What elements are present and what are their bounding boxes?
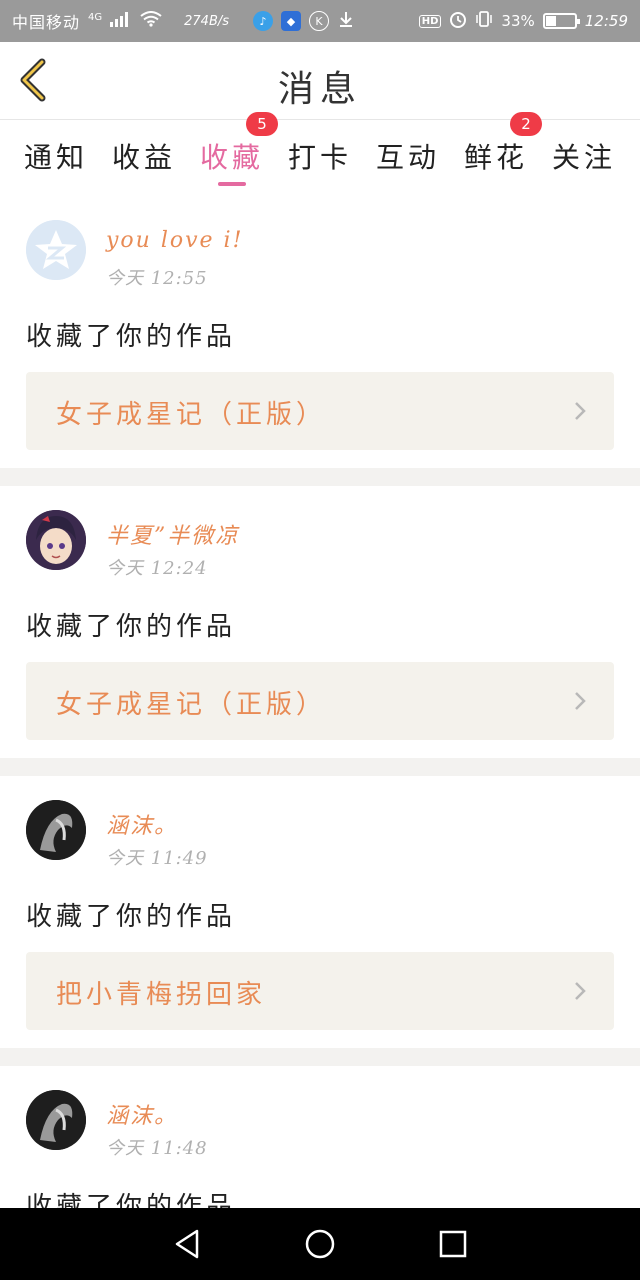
tab-label: 关注 [551,141,616,174]
tab-label: 收益 [111,141,176,174]
avatar[interactable] [26,510,86,570]
tab-notifications[interactable]: 通知 [24,120,88,196]
k-app-icon: K [309,11,330,31]
signal-icon [110,11,132,31]
list-item: 涵沫。 今天 11:48 收藏了你的作品 [0,1066,640,1208]
work-title: 女子成星记（正版） [56,690,327,720]
tab-following[interactable]: 关注 [552,120,616,196]
work-title: 女子成星记（正版） [56,400,327,430]
square-recents-icon [440,1230,467,1258]
download-icon [337,10,355,32]
action-text: 收藏了你的作品 [26,902,237,932]
status-bar: 中国移动 4G 274B/s ♪ ◆ K HD 33% 12:59 [0,0,640,42]
network-speed: 274B/s [184,13,230,29]
hd-icon: HD [418,14,442,28]
battery-icon [542,13,580,29]
message-list: you love i! 今天 12:55 收藏了你的作品 女子成星记（正版） 半… [0,196,640,1208]
tab-label: 鲜花 [463,141,528,174]
system-nav-bar [0,1208,640,1280]
list-item: you love i! 今天 12:55 收藏了你的作品 女子成星记（正版） [0,196,640,468]
tab-label: 收藏 [199,141,264,174]
chevron-right-icon [575,402,586,420]
alarm-icon [449,10,467,32]
username[interactable]: 涵沫。 [106,808,178,840]
username[interactable]: 涵沫。 [106,1098,178,1130]
carrier-name: 中国移动 [12,13,81,32]
timestamp: 今天 12:24 [106,558,208,579]
vibrate-icon [475,10,493,32]
work-title: 把小青梅拐回家 [56,980,267,1010]
list-item: 涵沫。 今天 11:49 收藏了你的作品 把小青梅拐回家 [0,776,640,1048]
dark-figure-avatar-icon [26,1090,86,1150]
header: 消息 [0,42,640,120]
circle-home-icon [305,1229,335,1259]
tab-label: 互动 [375,141,440,174]
avatar[interactable] [26,800,86,860]
tab-favorites[interactable]: 收藏 5 [199,112,278,196]
nav-back-button[interactable] [167,1224,207,1264]
tab-bar: 通知 收益 收藏 5 打卡 互动 鲜花 2 关注 [0,112,640,196]
work-link[interactable]: 女子成星记（正版） [26,372,614,450]
dark-figure-avatar-icon [26,800,86,860]
work-link[interactable]: 女子成星记（正版） [26,662,614,740]
wifi-icon [140,11,162,31]
clock: 12:59 [584,12,628,30]
shield-app-icon: ◆ [281,11,302,31]
tab-checkin[interactable]: 打卡 [288,120,352,196]
tab-label: 打卡 [287,141,352,174]
avatar[interactable] [26,220,86,280]
action-text: 收藏了你的作品 [26,612,237,642]
avatar[interactable] [26,1090,86,1150]
action-text: 收藏了你的作品 [26,1192,237,1208]
chevron-right-icon [575,692,586,710]
anime-avatar-icon [26,510,86,570]
tab-earnings[interactable]: 收益 [112,120,176,196]
work-link[interactable]: 把小青梅拐回家 [26,952,614,1030]
triangle-back-icon [175,1229,198,1259]
list-item: 半夏”半微凉 今天 12:24 收藏了你的作品 女子成星记（正版） [0,486,640,758]
tab-label: 通知 [23,141,88,174]
tab-badge: 5 [246,112,278,136]
timestamp: 今天 11:48 [106,1138,208,1159]
timestamp: 今天 12:55 [106,268,208,289]
network-type: 4G [88,11,103,23]
page-title: 消息 [277,69,362,110]
tab-badge: 2 [510,112,542,136]
chevron-right-icon [575,982,586,1000]
username[interactable]: you love i! [106,228,243,253]
tab-flowers[interactable]: 鲜花 2 [463,112,542,196]
timestamp: 今天 11:49 [106,848,208,869]
battery-percent: 33% [501,12,535,30]
username[interactable]: 半夏”半微凉 [106,518,239,550]
tab-interaction[interactable]: 互动 [376,120,440,196]
nav-recents-button[interactable] [433,1224,473,1264]
qzone-star-icon [26,220,86,280]
action-text: 收藏了你的作品 [26,322,237,352]
music-app-icon: ♪ [253,11,274,31]
nav-home-button[interactable] [300,1224,340,1264]
